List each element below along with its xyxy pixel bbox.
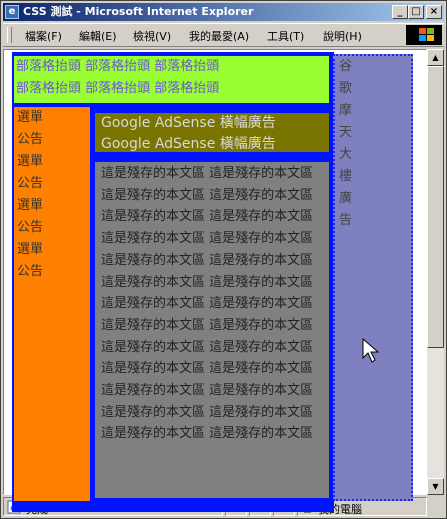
- ad-line: Google AdSense 橫幅廣告: [101, 136, 276, 152]
- menu-tools[interactable]: 工具(T): [267, 28, 304, 44]
- left-sidebar: 選單 公告 選單 公告 選單 公告 選單 公告: [14, 107, 90, 501]
- toolbar-grip[interactable]: [7, 27, 12, 43]
- mouse-pointer-icon: [362, 338, 380, 363]
- header-line: 部落格抬頭 部落格抬頭 部落格抬頭: [16, 81, 220, 96]
- header-line: 部落格抬頭 部落格抬頭 部落格抬頭: [16, 59, 220, 74]
- menu-edit[interactable]: 編輯(E): [79, 28, 117, 44]
- adsense-banner[interactable]: Google AdSense 橫幅廣告 Google AdSense 橫幅廣告: [92, 110, 332, 155]
- menu-file[interactable]: 檔案(F): [25, 28, 62, 44]
- main-content: 這是殘存的本文區 這是殘存的本文區 這是殘存的本文區 這是殘存的本文區 這是殘存…: [92, 159, 332, 501]
- sidebar-item[interactable]: 選單: [17, 151, 90, 173]
- sidebar-item[interactable]: 選單: [17, 239, 90, 261]
- sidebar-item[interactable]: 公告: [17, 217, 90, 239]
- sidebar-item[interactable]: 選單: [17, 107, 90, 129]
- vertical-scrollbar[interactable]: ▲ ▼: [427, 49, 444, 495]
- windows-logo-icon: [406, 25, 442, 45]
- title-bar[interactable]: e CSS 測試 - Microsoft Internet Explorer _…: [3, 3, 444, 21]
- sidebar-item[interactable]: 公告: [17, 261, 90, 283]
- sidebar-item[interactable]: 選單: [17, 195, 90, 217]
- menu-favorites[interactable]: 我的最愛(A): [189, 28, 249, 44]
- scroll-up-icon[interactable]: ▲: [427, 49, 444, 66]
- window-title: CSS 測試 - Microsoft Internet Explorer: [23, 5, 254, 18]
- scroll-thumb[interactable]: [427, 66, 444, 348]
- sidebar-item[interactable]: 公告: [17, 129, 90, 151]
- skyscraper-text: 谷歌摩天大樓廣告: [339, 59, 353, 228]
- sidebar-item[interactable]: 公告: [17, 173, 90, 195]
- minimize-button[interactable]: _: [392, 5, 408, 19]
- ie-app-icon: e: [5, 5, 19, 19]
- skyscraper-ad[interactable]: 谷歌摩天大樓廣告: [333, 54, 413, 501]
- main-text: 這是殘存的本文區 這是殘存的本文區 這是殘存的本文區 這是殘存的本文區 這是殘存…: [101, 166, 314, 442]
- menu-view[interactable]: 檢視(V): [133, 28, 171, 44]
- maximize-button[interactable]: □: [408, 5, 424, 19]
- menu-bar: 檔案(F) 編輯(E) 檢視(V) 我的最愛(A) 工具(T) 說明(H): [3, 23, 444, 47]
- ad-line: Google AdSense 橫幅廣告: [101, 115, 276, 131]
- blog-header: 部落格抬頭 部落格抬頭 部落格抬頭 部落格抬頭 部落格抬頭 部落格抬頭: [14, 56, 329, 103]
- scroll-down-icon[interactable]: ▼: [427, 478, 444, 495]
- menu-help[interactable]: 說明(H): [323, 28, 362, 44]
- close-button[interactable]: ×: [426, 5, 442, 19]
